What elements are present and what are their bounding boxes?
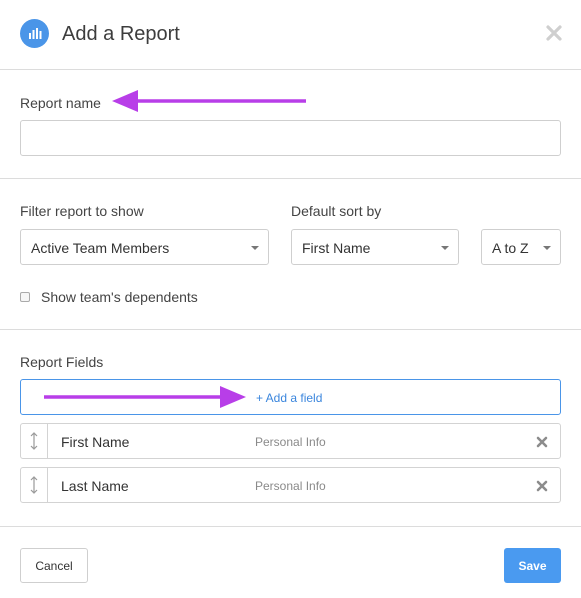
report-fields-label: Report Fields — [20, 354, 104, 370]
save-button[interactable]: Save — [504, 548, 561, 583]
sort-order-value: A to Z — [492, 240, 529, 256]
filter-select[interactable]: Active Team Members — [20, 229, 269, 265]
cancel-button[interactable]: Cancel — [20, 548, 88, 583]
divider — [0, 178, 581, 179]
sort-field-select[interactable]: First Name — [291, 229, 459, 265]
divider — [0, 329, 581, 330]
chevron-down-icon — [251, 246, 259, 250]
add-report-modal: Add a Report Report name Filter report t… — [0, 0, 581, 598]
bar-chart-icon — [20, 19, 49, 48]
add-field-link[interactable]: + Add a field — [256, 390, 322, 406]
filter-label: Filter report to show — [20, 203, 144, 219]
filter-select-value: Active Team Members — [31, 240, 170, 256]
drag-handle-icon[interactable] — [21, 424, 48, 458]
remove-field-icon[interactable] — [535, 479, 549, 493]
field-name: First Name — [61, 434, 130, 450]
report-name-input[interactable] — [20, 120, 561, 156]
report-field-row: First Name Personal Info — [20, 423, 561, 459]
dependents-label: Show team's dependents — [41, 289, 198, 305]
divider — [0, 526, 581, 527]
field-name: Last Name — [61, 478, 129, 494]
sort-field-value: First Name — [302, 240, 371, 256]
chevron-down-icon — [543, 246, 551, 250]
field-category: Personal Info — [255, 479, 326, 493]
report-name-label: Report name — [20, 95, 101, 111]
modal-title: Add a Report — [62, 23, 180, 45]
dependents-checkbox[interactable] — [20, 292, 30, 302]
annotation-arrow-icon — [44, 386, 246, 408]
remove-field-icon[interactable] — [535, 435, 549, 449]
annotation-arrow-icon — [112, 90, 306, 112]
modal-header: Add a Report — [0, 0, 581, 70]
close-icon[interactable] — [543, 22, 565, 44]
drag-handle-icon[interactable] — [21, 468, 48, 502]
field-category: Personal Info — [255, 435, 326, 449]
sort-order-select[interactable]: A to Z — [481, 229, 561, 265]
chevron-down-icon — [441, 246, 449, 250]
report-field-row: Last Name Personal Info — [20, 467, 561, 503]
sort-label: Default sort by — [291, 203, 382, 219]
